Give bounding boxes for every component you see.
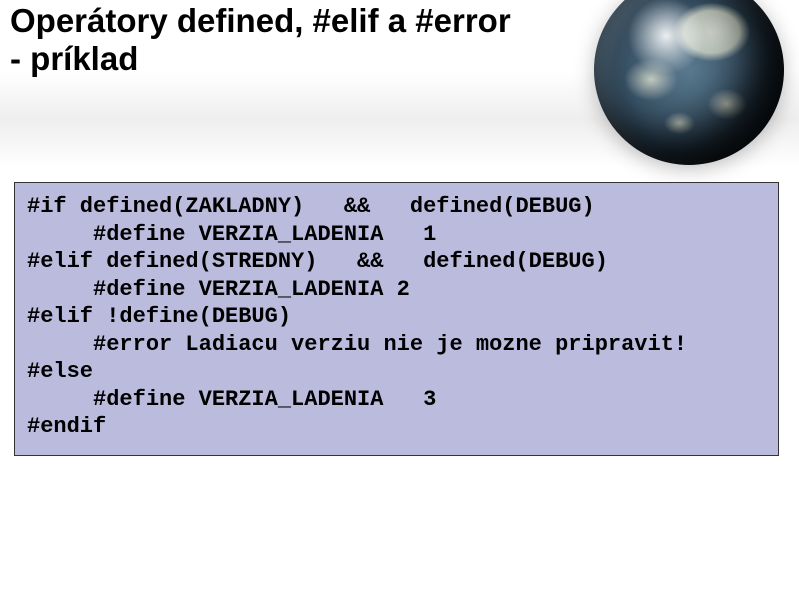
slide-header: Operátory defined, #elif a #error - prík… xyxy=(10,0,609,78)
code-example-box: #if defined(ZAKLADNY) && defined(DEBUG) … xyxy=(14,182,779,456)
code-content: #if defined(ZAKLADNY) && defined(DEBUG) … xyxy=(27,193,766,441)
globe-decoration xyxy=(594,0,784,165)
slide: Operátory defined, #elif a #error - prík… xyxy=(0,0,799,598)
slide-title: Operátory defined, #elif a #error - prík… xyxy=(10,2,609,78)
